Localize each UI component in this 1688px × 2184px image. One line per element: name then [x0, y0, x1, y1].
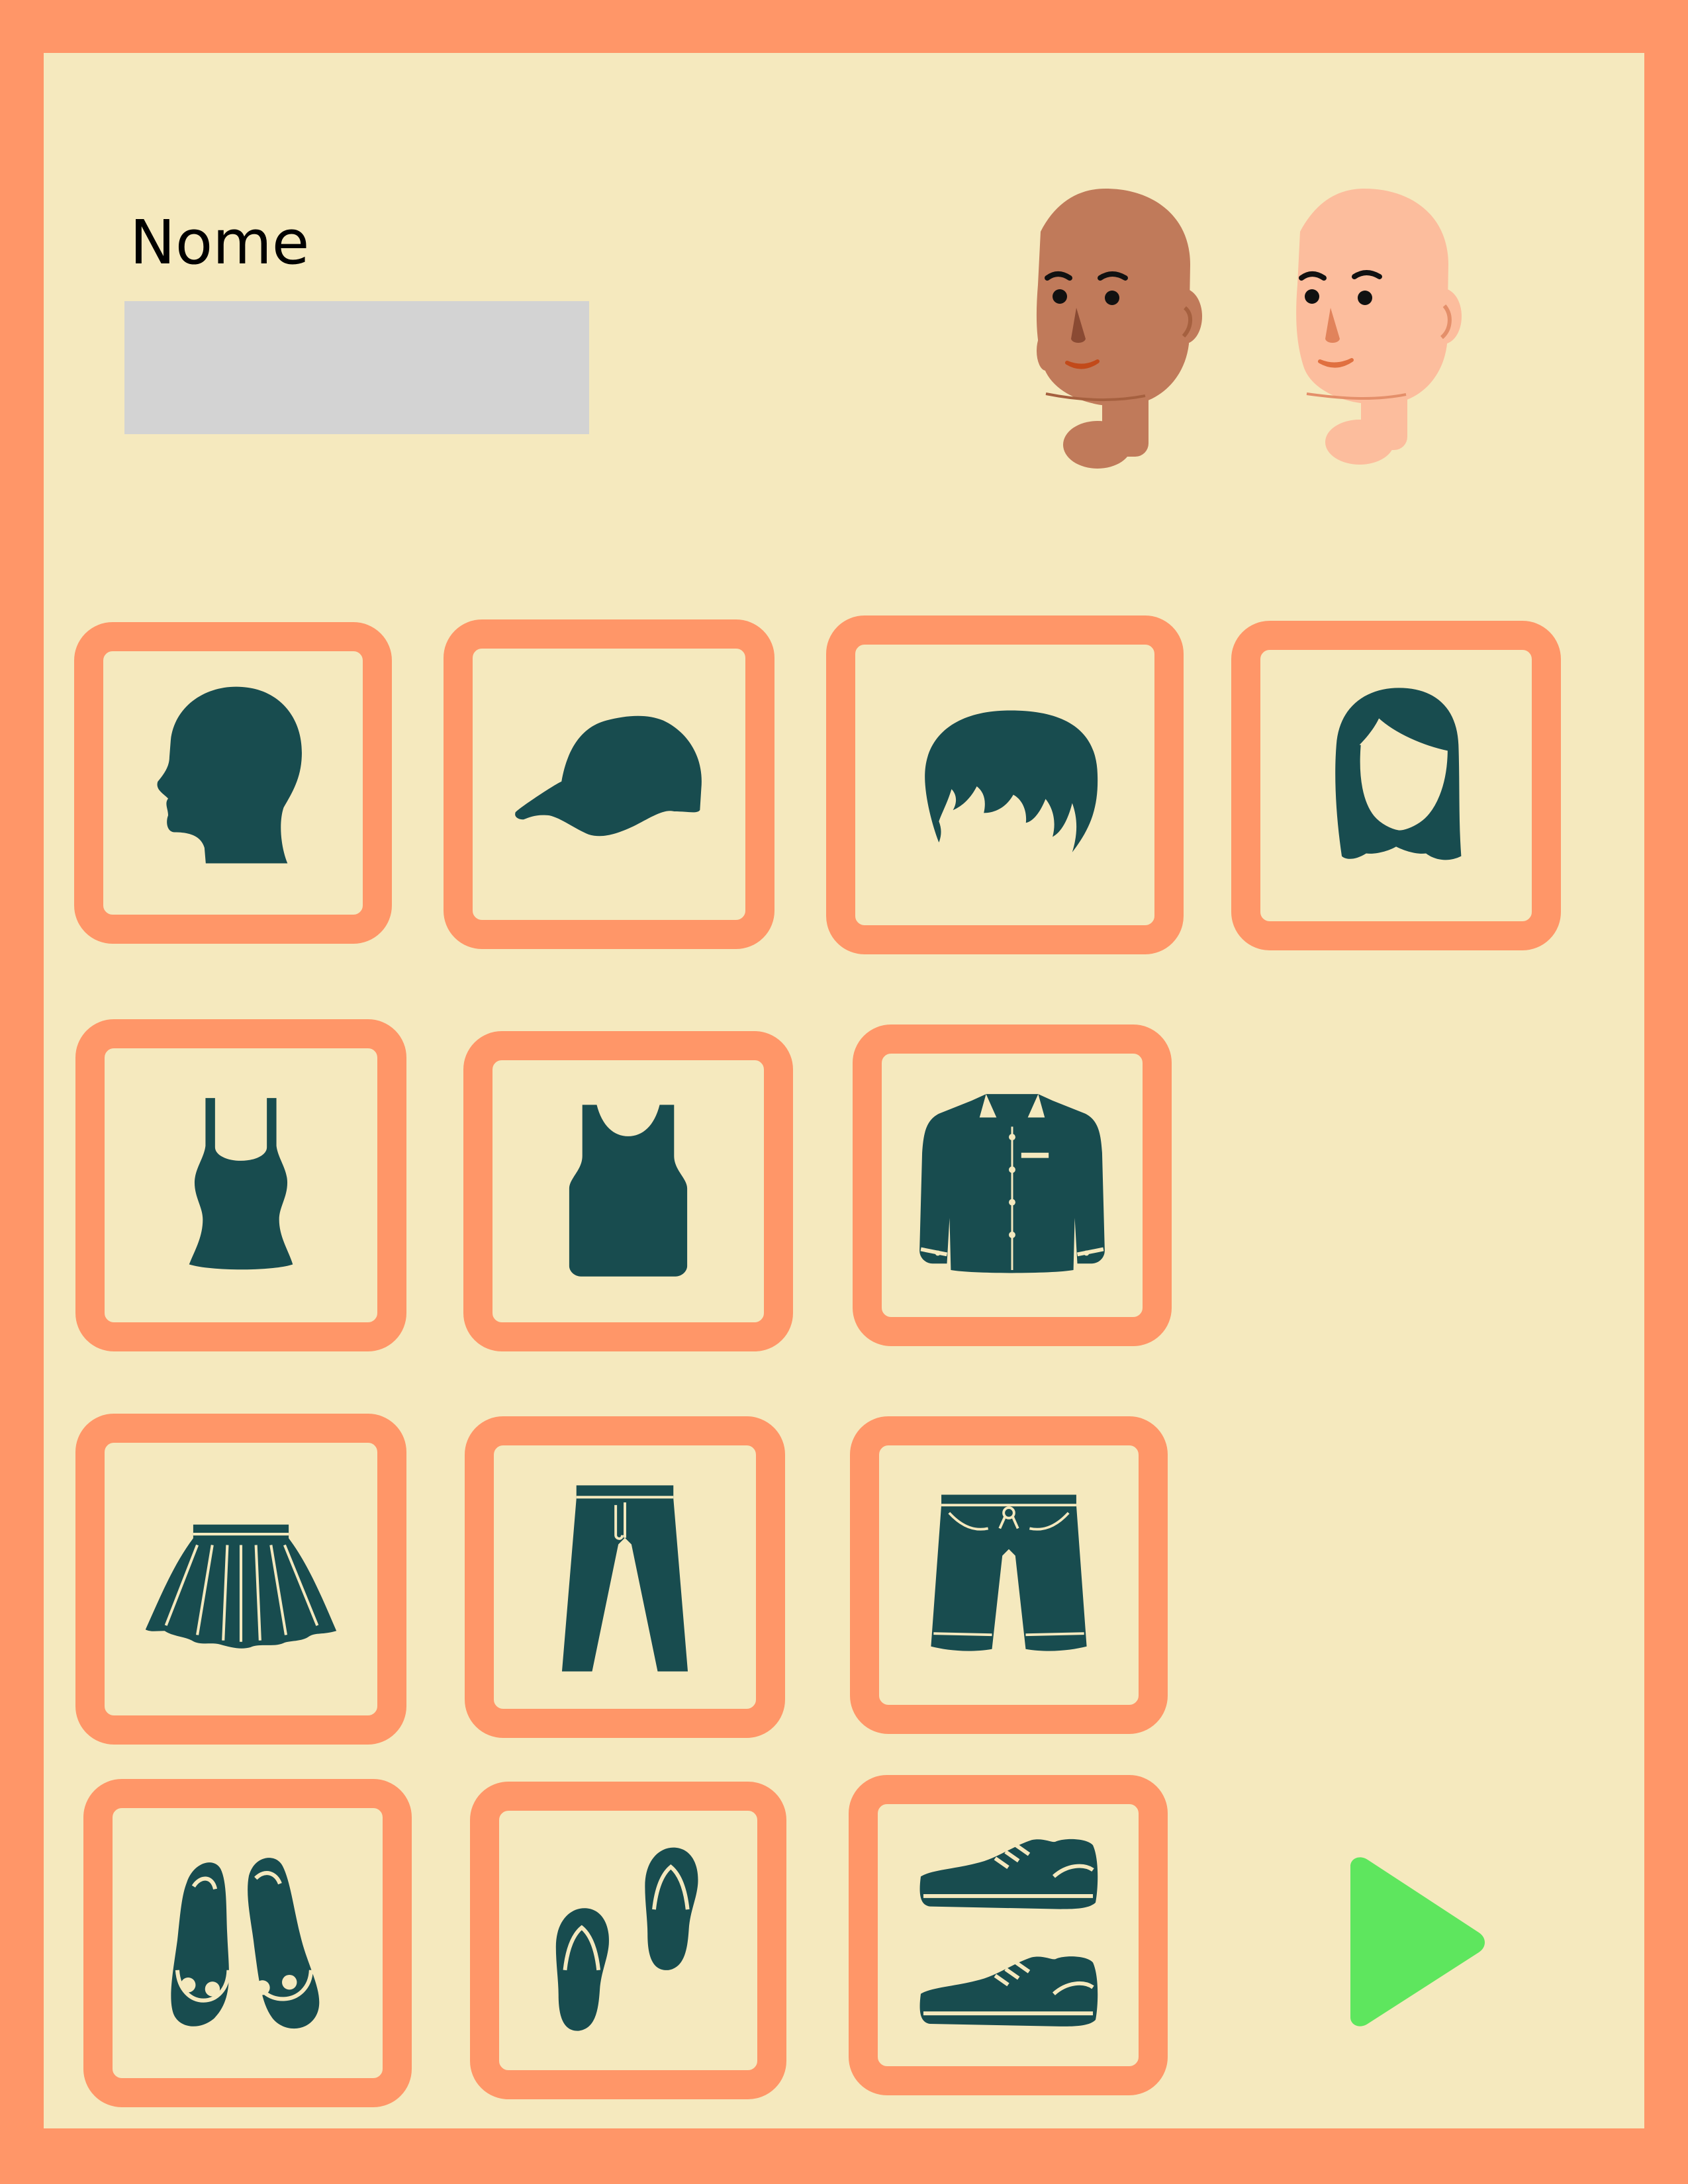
head-option-bald[interactable]	[74, 622, 392, 944]
sandals-icon	[171, 1858, 320, 2029]
shoes-option-flip-flops[interactable]	[470, 1782, 786, 2099]
avatar-dark-skin[interactable]	[1019, 185, 1205, 470]
shorts-icon	[931, 1494, 1087, 1651]
shirt-icon	[919, 1094, 1105, 1273]
top-option-tank-women[interactable]	[75, 1019, 406, 1351]
bottom-option-shorts[interactable]	[850, 1416, 1168, 1734]
hair-option-short[interactable]	[826, 615, 1184, 954]
play-arrow-icon	[1350, 1857, 1485, 2026]
bald-head-icon	[157, 686, 302, 864]
sneakers-icon	[919, 1839, 1098, 2026]
long-hair-icon	[1335, 688, 1462, 860]
skirt-icon	[145, 1524, 337, 1649]
top-option-tank-men[interactable]	[463, 1031, 793, 1351]
tank-top-men-icon	[569, 1105, 688, 1277]
short-hair-icon	[925, 710, 1098, 852]
trousers-icon	[561, 1485, 688, 1672]
avatar-light-skin[interactable]	[1282, 185, 1467, 470]
hair-option-long[interactable]	[1231, 621, 1561, 950]
name-label: Nome	[130, 207, 310, 278]
flip-flops-icon	[555, 1847, 698, 2031]
head-option-cap[interactable]	[444, 619, 774, 949]
cap-icon	[515, 715, 702, 837]
next-button[interactable]	[1331, 1853, 1489, 2032]
bottom-option-skirt[interactable]	[75, 1414, 406, 1745]
top-option-shirt[interactable]	[853, 1024, 1172, 1346]
shoes-option-sandals[interactable]	[83, 1779, 412, 2107]
shoes-option-sneakers[interactable]	[849, 1775, 1168, 2095]
name-input[interactable]	[124, 301, 589, 434]
tank-top-women-icon	[189, 1098, 293, 1270]
bottom-option-trousers[interactable]	[465, 1416, 785, 1738]
head-dark-skin-icon	[1036, 189, 1202, 469]
head-light-skin-icon	[1296, 189, 1462, 465]
